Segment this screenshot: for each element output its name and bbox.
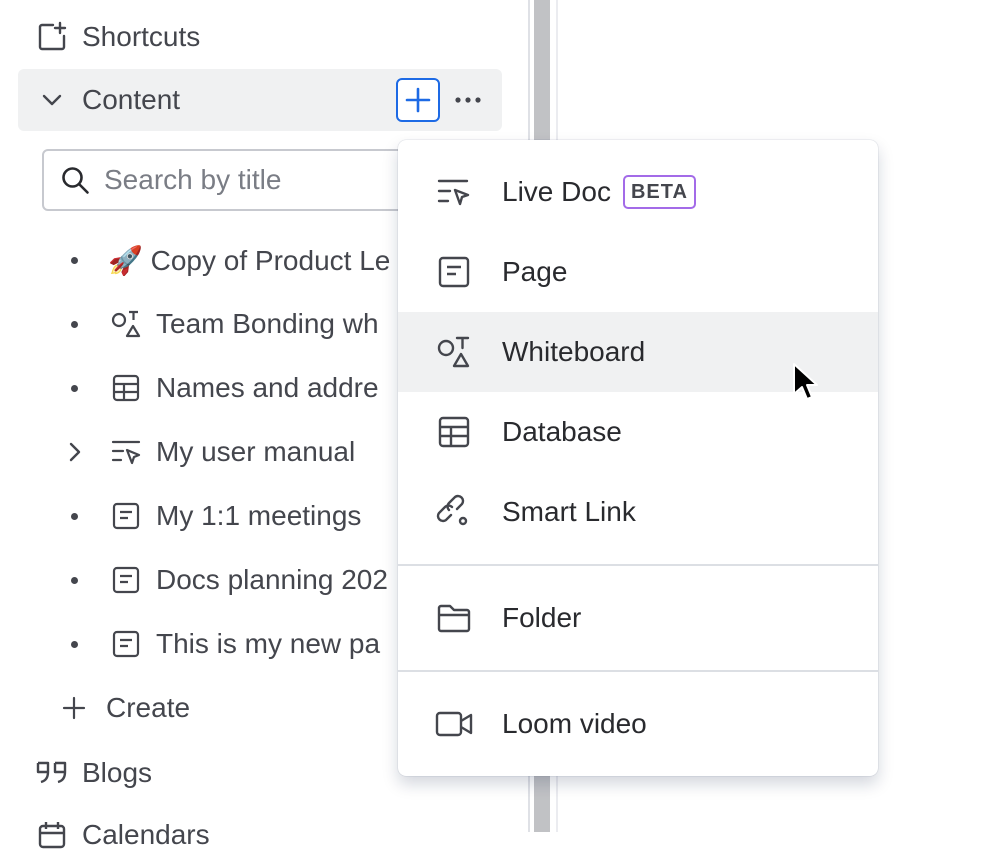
chevron-right-icon[interactable] — [56, 440, 92, 464]
shortcut-add-icon — [34, 19, 70, 55]
nav-shortcuts-label: Shortcuts — [82, 21, 201, 52]
bullet-icon — [70, 512, 78, 520]
plus-icon — [56, 696, 92, 720]
menu-item-label: Whiteboard — [502, 336, 646, 367]
chevron-down-icon[interactable] — [34, 82, 70, 118]
tree-item-label: My 1:1 meetings — [156, 500, 362, 531]
whiteboard-icon — [434, 332, 474, 372]
mouse-cursor-icon — [793, 363, 818, 400]
menu-item-smart-link[interactable]: Smart Link — [398, 472, 878, 552]
whiteboard-icon — [108, 306, 144, 342]
live-doc-icon — [108, 434, 144, 470]
create-content-button[interactable] — [396, 78, 440, 122]
menu-item-label: Folder — [502, 602, 582, 633]
tree-item-label: Names and addre — [156, 372, 379, 403]
menu-item-loom-video[interactable]: Loom video — [398, 684, 878, 764]
live-doc-icon — [434, 172, 474, 212]
calendar-icon — [34, 817, 70, 853]
smart-link-icon — [434, 492, 474, 532]
tree-item-label: This is my new pa — [156, 628, 381, 659]
menu-item-page[interactable]: Page — [398, 232, 878, 312]
nav-calendars-label: Calendars — [82, 819, 210, 850]
more-actions-button[interactable] — [450, 82, 486, 118]
plus-icon — [405, 87, 431, 113]
nav-blogs-label: Blogs — [82, 757, 153, 788]
bullet-icon — [70, 640, 78, 648]
menu-item-folder[interactable]: Folder — [398, 578, 878, 658]
tree-item-label: Team Bonding wh — [156, 308, 379, 339]
page-icon — [108, 562, 144, 598]
menu-item-label: Page — [502, 256, 568, 287]
tree-item-label: Docs planning 202 — [156, 564, 388, 595]
menu-divider — [398, 564, 878, 566]
beta-badge: BETA — [622, 175, 696, 209]
menu-item-label: Database — [502, 416, 622, 447]
folder-icon — [434, 598, 474, 638]
bullet-icon — [70, 256, 78, 264]
nav-content[interactable]: Content — [18, 69, 502, 131]
tree-item-label: 🚀 Copy of Product Le — [108, 244, 391, 276]
create-button[interactable]: Create — [56, 680, 190, 736]
more-icon — [455, 97, 481, 103]
page-icon — [108, 626, 144, 662]
nav-shortcuts[interactable]: Shortcuts — [18, 6, 502, 68]
database-icon — [108, 370, 144, 406]
create-content-menu: Live Doc BETA Page Whiteboard Database S… — [398, 140, 878, 776]
tree-item-label: My user manual — [156, 436, 356, 467]
menu-divider — [398, 670, 878, 672]
menu-item-label: Smart Link — [502, 496, 636, 527]
search-icon — [60, 165, 90, 195]
nav-content-label: Content — [82, 84, 181, 115]
bullet-icon — [70, 384, 78, 392]
page-icon — [108, 498, 144, 534]
bullet-icon — [70, 576, 78, 584]
menu-item-label: Live Doc — [502, 176, 611, 207]
nav-calendars[interactable]: Calendars — [18, 804, 502, 866]
content-actions — [396, 78, 486, 122]
video-icon — [434, 704, 474, 744]
menu-item-live-doc[interactable]: Live Doc BETA — [398, 152, 878, 232]
menu-item-label: Loom video — [502, 708, 647, 739]
page-icon — [434, 252, 474, 292]
database-icon — [434, 412, 474, 452]
bullet-icon — [70, 320, 78, 328]
quote-icon — [34, 755, 70, 791]
create-label: Create — [106, 692, 191, 723]
menu-item-database[interactable]: Database — [398, 392, 878, 472]
